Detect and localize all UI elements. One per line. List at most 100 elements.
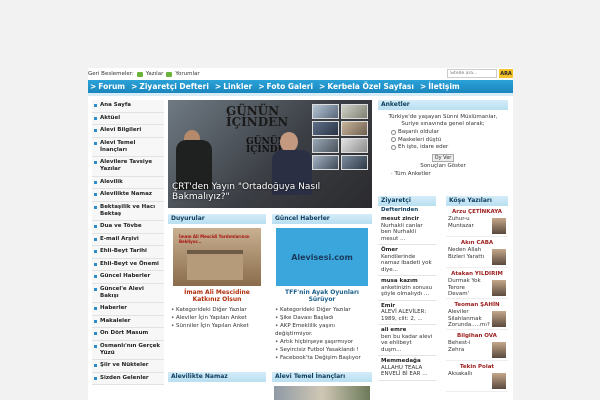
list-item[interactable]: Aleviler İçin Yapılan Anket bbox=[171, 314, 266, 322]
column-item[interactable]: Tekin Polat Aksakallı bbox=[446, 361, 508, 392]
show-results-link[interactable]: Sonuçları Göster bbox=[381, 163, 505, 170]
poll-option-label: Eh işte, idare eder bbox=[398, 144, 449, 150]
announcement-headline[interactable]: İmam Ali Mescidine Katkınız Olsun bbox=[170, 289, 264, 303]
slider-thumbnail[interactable] bbox=[312, 155, 339, 170]
top-strip: Geri Beslemeler: Yazılar Yorumlar ARA bbox=[88, 68, 513, 80]
list-item[interactable]: Kategorideki Diğer Yazılar bbox=[171, 306, 266, 314]
radio-icon[interactable] bbox=[391, 129, 396, 135]
slider-thumbnail[interactable] bbox=[341, 155, 368, 170]
nav-label: Ziyaretçi Defteri bbox=[139, 82, 209, 91]
bullet-icon bbox=[94, 319, 97, 323]
guestbook-entry[interactable]: Emir ALEVİ ALEVİLER: 1989, cilt: 2, ... bbox=[378, 301, 436, 325]
nav-guestbook[interactable]: > Ziyaretçi Defteri bbox=[131, 82, 209, 91]
bullet-icon bbox=[94, 180, 97, 184]
sidebar-item[interactable]: Dua ve Tövbe bbox=[92, 221, 164, 234]
sidebar-item[interactable]: Alevilikte Namaz bbox=[92, 189, 164, 202]
sidebar-item[interactable]: Güncel Haberler bbox=[92, 271, 164, 284]
nav-photo-gallery[interactable]: > Foto Galeri bbox=[258, 82, 313, 91]
bullet-icon bbox=[94, 237, 97, 241]
list-item[interactable]: Artık hiçbirşeye şaşırmıyor bbox=[275, 338, 372, 346]
news-box: Güncel Haberler Alevisesi.com TFF'nin Ay… bbox=[272, 214, 372, 362]
radio-icon[interactable] bbox=[391, 144, 396, 150]
nav-links[interactable]: > Linkler bbox=[215, 82, 252, 91]
search-button[interactable]: ARA bbox=[499, 69, 513, 78]
list-item[interactable]: Sünniler İçin Yapılan Anket bbox=[171, 322, 266, 330]
slider-thumbnail[interactable] bbox=[341, 138, 368, 153]
feeds-label: Geri Beslemeler: bbox=[88, 71, 134, 77]
sidebar-item[interactable]: E-mail Arşivi bbox=[92, 233, 164, 246]
all-polls-link[interactable]: · Tüm Anketler bbox=[391, 171, 505, 178]
poll-option[interactable]: Başarılı oldular bbox=[391, 129, 505, 136]
column-item[interactable]: Atakan YILDIRIM Durmak Yok Terore Devam' bbox=[446, 268, 508, 299]
search-input[interactable] bbox=[447, 69, 497, 78]
sidebar-item[interactable]: Alevi Bilgileri bbox=[92, 125, 164, 138]
list-item[interactable]: AKP Emeklilik yaşını değiştirmiyor. bbox=[275, 322, 372, 338]
bullet-icon bbox=[94, 376, 97, 380]
slider-thumbnail[interactable] bbox=[341, 104, 368, 119]
column-item[interactable]: Akın CABA Neden Allah Bizleri Yarattı bbox=[446, 237, 508, 268]
sidebar-item-label: E-mail Arşivi bbox=[100, 235, 139, 242]
featured-caption[interactable]: ÇRT'den Yayın "Ortadoğuya Nasıl Bakmalıyı… bbox=[172, 182, 320, 202]
sidebar-item[interactable]: Alevilik bbox=[92, 176, 164, 189]
guestbook-entry[interactable]: mesut zincir Nurhakli canlar ben Nurhakli… bbox=[378, 214, 436, 245]
sidebar-item[interactable]: Alevi Temel İnançları bbox=[92, 137, 164, 157]
bullet-icon bbox=[94, 250, 97, 253]
poll-option[interactable]: Maskeleri düştü bbox=[391, 137, 505, 144]
entry-text: Nurhakli canlar ben Nurhakli mesut ... bbox=[381, 222, 423, 242]
sidebar-item[interactable]: Makaleler bbox=[92, 315, 164, 328]
sidebar-item[interactable]: Osmanlı'nın Gerçek Yüzü bbox=[92, 340, 164, 360]
list-item[interactable]: Seyircisiz Futbol Yasaklandı ! bbox=[275, 346, 372, 354]
list-item[interactable]: Kategorideki Diğer Yazılar bbox=[275, 306, 372, 314]
sidebar-item[interactable]: Ehli-Beyt Tarihi bbox=[92, 246, 164, 259]
bullet-icon bbox=[94, 262, 97, 266]
list-item[interactable]: Şike Davası Başladı bbox=[275, 314, 372, 322]
author-avatar bbox=[492, 311, 506, 327]
sidebar-item[interactable]: Aktüel bbox=[92, 112, 164, 125]
column-item[interactable]: Arzu ÇETİNKAYA Zuhur-u Muntazar bbox=[446, 206, 508, 237]
news-headline[interactable]: TFF'nin Ayak Oyunları Sürüyor bbox=[274, 289, 370, 303]
sidebar-item[interactable]: Ana Sayfa bbox=[92, 100, 164, 113]
slider-thumbnails bbox=[312, 104, 368, 170]
sidebar-item-label: On Dört Masum bbox=[100, 330, 149, 336]
poll-option[interactable]: Eh işte, idare eder bbox=[391, 144, 505, 151]
column-item[interactable]: Bilgihan OVA Behest-i Zehra bbox=[446, 330, 508, 361]
list-item[interactable]: Facebook'ta Değişim Başlıyor bbox=[275, 354, 372, 362]
column-item[interactable]: Teoman ŞAHİN Aleviler Silahlanmak Zorunda… bbox=[446, 299, 508, 330]
nav-kerbela[interactable]: > Kerbela Özel Sayfası bbox=[319, 82, 414, 91]
vote-button[interactable]: Oy Ver bbox=[432, 153, 454, 162]
slider-thumbnail[interactable] bbox=[312, 138, 339, 153]
sidebar-item[interactable]: Sizden Gelenler bbox=[92, 372, 164, 385]
slider-thumbnail[interactable] bbox=[312, 104, 339, 119]
sidebar-item-label: Alevilikte Namaz bbox=[100, 191, 153, 197]
all-polls-label: Tüm Anketler bbox=[394, 171, 431, 177]
news-image[interactable]: Alevisesi.com bbox=[276, 228, 368, 286]
slider-thumbnail[interactable] bbox=[341, 121, 368, 136]
nav-contact[interactable]: > İletişim bbox=[420, 82, 460, 91]
chevron-right-icon: > bbox=[319, 82, 326, 91]
sidebar-item[interactable]: Alevilere Tavsiye Yazılar bbox=[92, 157, 164, 177]
feed-posts-link[interactable]: Yazılar bbox=[146, 71, 164, 77]
radio-icon[interactable] bbox=[391, 137, 396, 143]
poll-title: Anketler bbox=[378, 100, 508, 110]
sidebar-item[interactable]: Ehli-Beyt ve Önemi bbox=[92, 258, 164, 271]
bullet-icon bbox=[94, 364, 97, 367]
chevron-right-icon: > bbox=[90, 82, 97, 91]
guestbook-entry[interactable]: musa kazım anketinizin sonusu şöyle olmal… bbox=[378, 276, 436, 301]
feed-comments-link[interactable]: Yorumlar bbox=[175, 71, 199, 77]
sidebar-item[interactable]: Bektaşilik ve Hacı Bektaş bbox=[92, 201, 164, 221]
bullet-icon bbox=[94, 193, 97, 196]
sidebar-item[interactable]: Güncel'e Alevi Bakışı bbox=[92, 283, 164, 303]
sidebar-item[interactable]: On Dört Masum bbox=[92, 328, 164, 341]
nav-forum[interactable]: > Forum bbox=[90, 82, 125, 91]
chevron-right-icon: > bbox=[214, 82, 222, 91]
beliefs-image[interactable] bbox=[274, 386, 370, 400]
announcement-image[interactable]: İmam Ali Mescidi Yardımlarınızı Bekliyor… bbox=[173, 228, 261, 286]
slider-thumbnail[interactable] bbox=[312, 121, 339, 136]
sidebar-item[interactable]: Haberler bbox=[92, 303, 164, 316]
guestbook-entry[interactable]: Ömer Kendilerinde namaz ibadeti yok diye.… bbox=[378, 245, 436, 276]
guestbook-entry[interactable]: ali emre ben bu kadar alevi ve ehlibeyt d… bbox=[378, 325, 436, 356]
poll-option-label: Başarılı oldular bbox=[398, 129, 440, 135]
sidebar-item[interactable]: Şiir ve Nükteler bbox=[92, 360, 164, 373]
guestbook-entry[interactable]: Memmedağa ALLAHU TEALA ENVELİ Bİ EAR ... bbox=[378, 356, 436, 381]
feeds: Geri Beslemeler: Yazılar Yorumlar bbox=[88, 71, 200, 77]
